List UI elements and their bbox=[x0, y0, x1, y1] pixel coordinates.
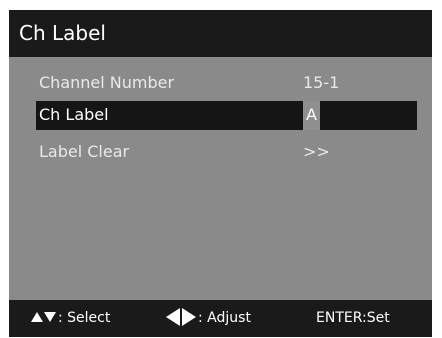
select-hint: : Select bbox=[31, 300, 110, 337]
menu-item-label: Label Clear bbox=[39, 142, 130, 161]
up-arrow-icon bbox=[31, 312, 43, 322]
menu-item-channel-number[interactable]: Channel Number 15-1 bbox=[9, 69, 432, 97]
left-arrow-icon bbox=[166, 308, 180, 326]
osd-menu-panel: Ch Label Channel Number 15-1 Ch Label A … bbox=[9, 10, 432, 337]
footer-hint-bar: : Select : Adjust ENTER:Set bbox=[9, 300, 432, 337]
down-arrow-icon bbox=[44, 312, 56, 322]
select-hint-text: : Select bbox=[58, 310, 111, 326]
menu-item-ch-label[interactable]: Ch Label A bbox=[9, 101, 432, 130]
menu-item-label: Channel Number bbox=[39, 73, 175, 92]
set-hint: ENTER:Set bbox=[316, 310, 390, 326]
adjust-hint: : Adjust bbox=[166, 300, 251, 337]
menu-item-value: >> bbox=[303, 142, 330, 161]
menu-item-value: 15-1 bbox=[303, 73, 340, 92]
adjust-hint-text: : Adjust bbox=[198, 310, 251, 326]
menu-item-label-clear[interactable]: Label Clear >> bbox=[9, 138, 432, 166]
right-arrow-icon bbox=[182, 308, 196, 326]
menu-item-value[interactable]: A bbox=[303, 101, 320, 130]
menu-title: Ch Label bbox=[9, 10, 432, 57]
menu-item-label: Ch Label bbox=[39, 105, 109, 124]
label-character-cursor[interactable]: A bbox=[303, 101, 320, 130]
